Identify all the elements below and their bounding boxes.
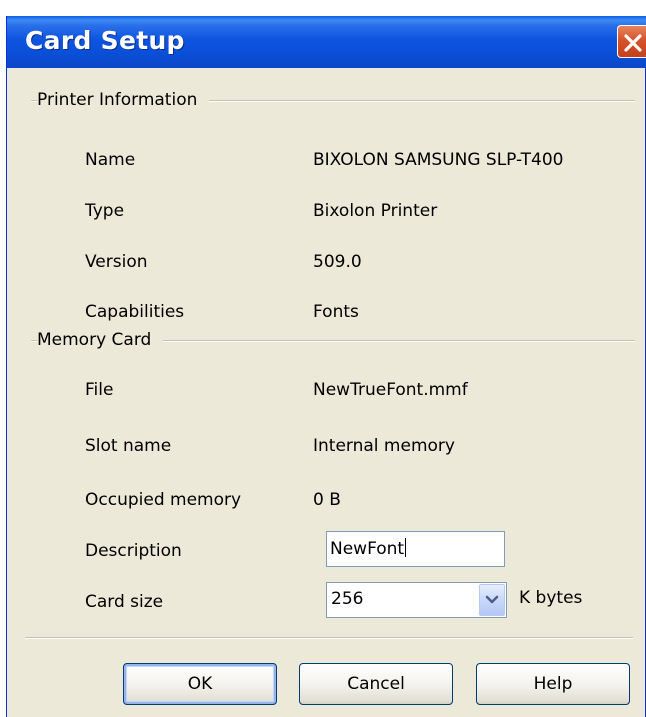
help-button[interactable]: Help xyxy=(476,663,630,705)
file-value: NewTrueFont.mmf xyxy=(313,380,468,400)
occupied-memory-value: 0 B xyxy=(313,490,341,510)
printer-info-group-title: Printer Information xyxy=(37,90,210,110)
cancel-button[interactable]: Cancel xyxy=(299,663,453,705)
close-icon xyxy=(624,34,642,52)
printer-type-label: Type xyxy=(85,201,125,221)
printer-type-value: Bixolon Printer xyxy=(313,201,438,221)
printer-capabilities-value: Fonts xyxy=(313,302,359,322)
card-size-unit: K bytes xyxy=(519,588,583,608)
button-separator xyxy=(25,637,633,639)
slot-name-value: Internal memory xyxy=(313,436,455,456)
slot-name-label: Slot name xyxy=(85,436,172,456)
close-button[interactable] xyxy=(617,25,646,58)
card-size-selected-value: 256 xyxy=(331,589,364,609)
description-label: Description xyxy=(85,541,182,561)
file-label: File xyxy=(85,380,114,400)
card-size-dropdown-button[interactable] xyxy=(479,584,505,616)
card-size-select[interactable]: 256 xyxy=(326,582,507,618)
title-bar[interactable]: Card Setup xyxy=(7,16,646,68)
occupied-memory-label: Occupied memory xyxy=(85,490,242,510)
printer-capabilities-label: Capabilities xyxy=(85,302,185,322)
ok-button[interactable]: OK xyxy=(123,663,277,705)
chevron-down-icon xyxy=(485,595,499,604)
text-caret xyxy=(405,538,407,557)
card-setup-dialog: Card Setup Printer Information Name BIXO… xyxy=(6,16,646,717)
description-input-text: NewFont xyxy=(330,539,405,559)
memory-card-group-title: Memory Card xyxy=(37,330,164,350)
printer-version-value: 509.0 xyxy=(313,252,362,272)
card-size-label: Card size xyxy=(85,592,164,612)
description-input[interactable]: NewFont xyxy=(326,531,505,567)
printer-name-label: Name xyxy=(85,150,136,170)
printer-version-label: Version xyxy=(85,252,148,272)
printer-name-value: BIXOLON SAMSUNG SLP-T400 xyxy=(313,150,564,170)
dialog-title: Card Setup xyxy=(25,26,185,55)
